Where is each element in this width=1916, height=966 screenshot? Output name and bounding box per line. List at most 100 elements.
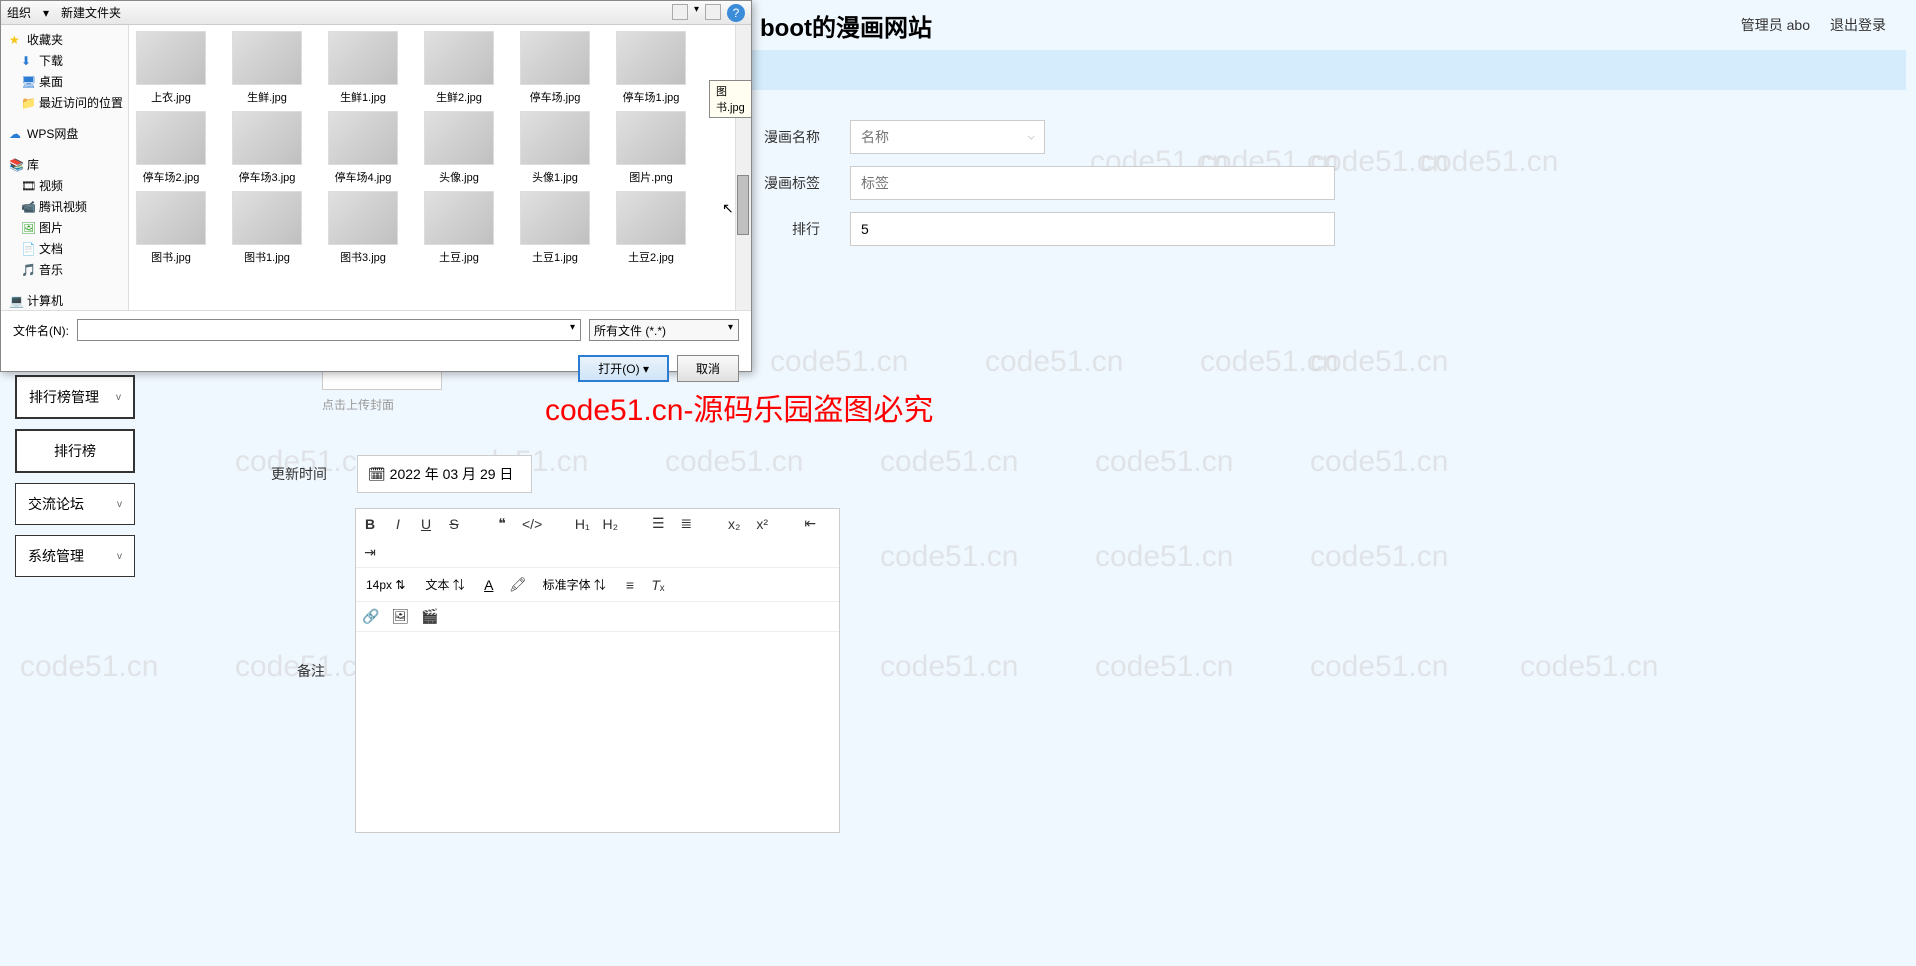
- tencent-item[interactable]: 📹腾讯视频: [1, 196, 128, 217]
- editor-content[interactable]: [356, 632, 839, 832]
- file-thumbnail: [232, 191, 302, 245]
- recent-item[interactable]: 📁最近访问的位置: [1, 92, 128, 113]
- comic-tag-input[interactable]: [850, 166, 1335, 200]
- file-item[interactable]: 图书3.jpg: [327, 191, 399, 265]
- clear-format-button[interactable]: Tₓ: [650, 577, 666, 593]
- strike-button[interactable]: S: [446, 516, 462, 532]
- file-item[interactable]: 停车场1.jpg: [615, 31, 687, 105]
- date-value: 2022 年 03 月 29 日: [390, 466, 514, 482]
- align-button[interactable]: ≡: [622, 577, 638, 593]
- code-button[interactable]: </>: [522, 516, 542, 532]
- watermark: code51.cn: [1420, 145, 1558, 179]
- new-folder-button[interactable]: 新建文件夹: [61, 4, 121, 21]
- filename-label: 文件名(N):: [13, 322, 69, 339]
- file-item[interactable]: 图片.png: [615, 111, 687, 185]
- watermark: code51.cn: [1310, 345, 1448, 379]
- filetype-select[interactable]: 所有文件 (*.*): [589, 319, 739, 341]
- wps-item[interactable]: ☁WPS网盘: [1, 123, 128, 144]
- chevron-down-icon[interactable]: ▾: [570, 322, 575, 333]
- logout-link[interactable]: 退出登录: [1830, 15, 1886, 35]
- file-item[interactable]: 生鲜.jpg: [231, 31, 303, 105]
- page-title: boot的漫画网站: [760, 8, 932, 43]
- ol-button[interactable]: ☰: [650, 515, 666, 532]
- sidebar-item-rank[interactable]: 排行榜: [15, 429, 135, 473]
- admin-label[interactable]: 管理员 abo: [1741, 15, 1810, 35]
- sidebar-item-label: 系统管理: [28, 546, 84, 566]
- filename-input[interactable]: [77, 319, 581, 341]
- documents-item[interactable]: 📄文档: [1, 238, 128, 259]
- organize-button[interactable]: 组织: [7, 4, 31, 21]
- red-watermark: code51.cn-源码乐园盗图必究: [545, 385, 933, 429]
- video-item[interactable]: 🎞视频: [1, 175, 128, 196]
- chevron-down-icon: v: [116, 392, 121, 403]
- help-icon[interactable]: ?: [727, 4, 745, 22]
- file-thumbnail: [136, 111, 206, 165]
- scrollbar[interactable]: [735, 25, 751, 310]
- watermark: code51.cn: [1200, 345, 1338, 379]
- file-name: 土豆.jpg: [423, 249, 495, 265]
- file-item[interactable]: 图书1.jpg: [231, 191, 303, 265]
- link-button[interactable]: 🔗: [362, 608, 379, 625]
- cancel-button[interactable]: 取消: [677, 355, 739, 382]
- bold-button[interactable]: B: [362, 516, 378, 532]
- comic-name-select[interactable]: [850, 120, 1045, 154]
- sidebar-item-forum[interactable]: 交流论坛 v: [15, 483, 135, 525]
- watermark: code51.cn: [1095, 650, 1233, 684]
- file-name: 停车场.jpg: [519, 89, 591, 105]
- file-item[interactable]: 停车场2.jpg: [135, 111, 207, 185]
- preview-icon[interactable]: [705, 4, 721, 20]
- indent-button[interactable]: ⇥: [362, 544, 378, 561]
- h2-button[interactable]: H₂: [602, 516, 618, 532]
- date-input[interactable]: 🗓 2022 年 03 月 29 日: [357, 455, 532, 493]
- file-item[interactable]: 停车场4.jpg: [327, 111, 399, 185]
- ul-button[interactable]: ≣: [678, 515, 694, 532]
- file-item[interactable]: 头像.jpg: [423, 111, 495, 185]
- sub-button[interactable]: x₂: [726, 516, 742, 532]
- watermark: code51.cn: [665, 445, 803, 479]
- chevron-down-icon[interactable]: ▾: [694, 4, 699, 22]
- file-item[interactable]: 生鲜2.jpg: [423, 31, 495, 105]
- file-name: 图书.jpg: [135, 249, 207, 265]
- h1-button[interactable]: H₁: [574, 516, 590, 532]
- file-name: 上衣.jpg: [135, 89, 207, 105]
- favorites-group[interactable]: ★收藏夹: [1, 29, 128, 50]
- watermark: code51.cn: [880, 445, 1018, 479]
- desktop-item[interactable]: 🖥桌面: [1, 71, 128, 92]
- file-item[interactable]: 生鲜1.jpg: [327, 31, 399, 105]
- file-name: 生鲜1.jpg: [327, 89, 399, 105]
- library-group[interactable]: 📚库: [1, 154, 128, 175]
- file-item[interactable]: 图书.jpg: [135, 191, 207, 265]
- rank-input[interactable]: [850, 212, 1335, 246]
- computer-item[interactable]: 💻计算机: [1, 290, 128, 310]
- sidebar-item-system[interactable]: 系统管理 v: [15, 535, 135, 577]
- music-item[interactable]: 🎵音乐: [1, 259, 128, 280]
- font-family-select[interactable]: 标准字体 ⇅: [539, 574, 610, 595]
- file-item[interactable]: 停车场.jpg: [519, 31, 591, 105]
- file-item[interactable]: 停车场3.jpg: [231, 111, 303, 185]
- outdent-button[interactable]: ⇤: [802, 515, 818, 532]
- video-button[interactable]: 🎬: [421, 608, 438, 625]
- style-select[interactable]: 文本 ⇅: [421, 574, 468, 595]
- downloads-item[interactable]: ⬇下载: [1, 50, 128, 71]
- file-item[interactable]: 土豆2.jpg: [615, 191, 687, 265]
- file-item[interactable]: 上衣.jpg: [135, 31, 207, 105]
- underline-button[interactable]: U: [418, 516, 434, 532]
- file-item[interactable]: 头像1.jpg: [519, 111, 591, 185]
- file-thumbnail: [616, 31, 686, 85]
- italic-button[interactable]: I: [390, 516, 406, 532]
- view-icon[interactable]: [672, 4, 688, 20]
- font-color-button[interactable]: A: [481, 577, 497, 593]
- file-item[interactable]: 土豆1.jpg: [519, 191, 591, 265]
- font-size-select[interactable]: 14px ⇅: [362, 576, 409, 594]
- open-button[interactable]: 打开(O) ▾: [578, 355, 669, 382]
- file-thumbnail: [328, 111, 398, 165]
- sup-button[interactable]: x²: [754, 516, 770, 532]
- image-button[interactable]: 🖼: [391, 608, 409, 625]
- sidebar-item-label: 排行榜管理: [29, 387, 99, 407]
- bg-color-button[interactable]: 🖍: [509, 576, 527, 593]
- pictures-item[interactable]: 🖼图片: [1, 217, 128, 238]
- quote-button[interactable]: ❝: [494, 515, 510, 532]
- file-item[interactable]: 土豆.jpg: [423, 191, 495, 265]
- scroll-thumb[interactable]: [737, 175, 749, 235]
- watermark: code51.cn: [1310, 445, 1448, 479]
